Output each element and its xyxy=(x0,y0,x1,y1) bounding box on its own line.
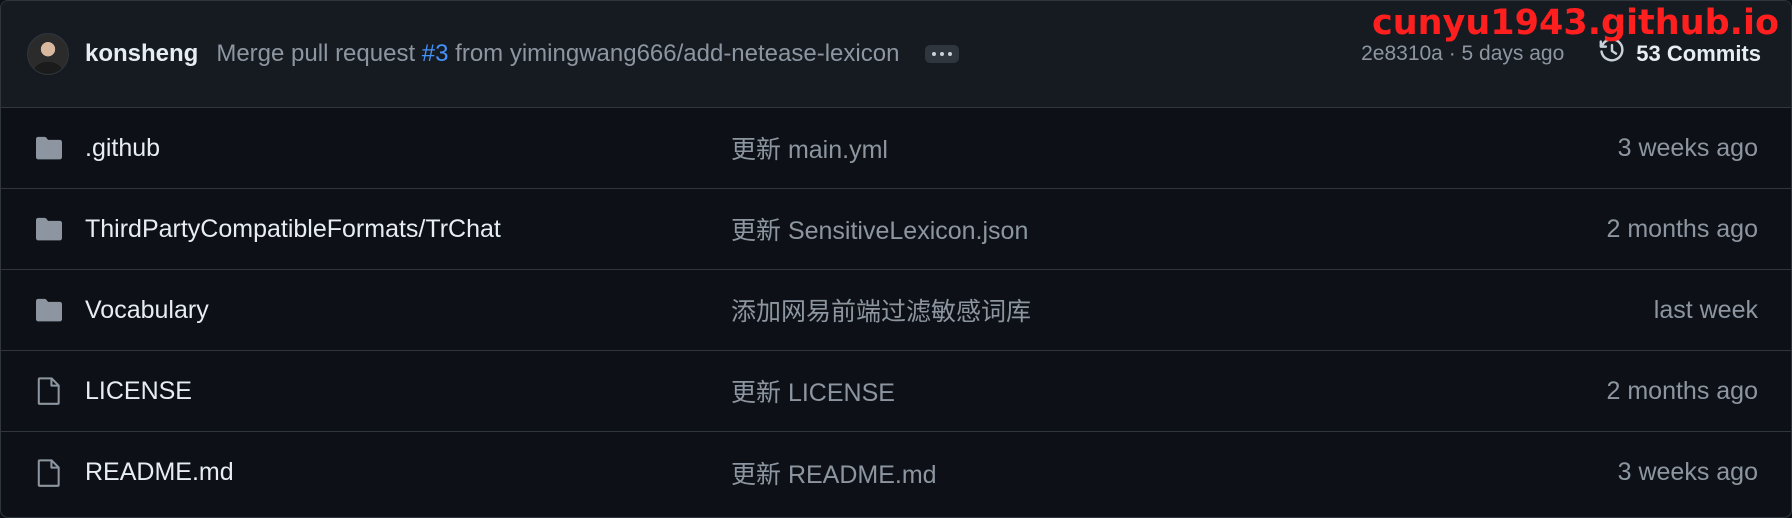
file-icon xyxy=(33,457,65,489)
file-commit-age: 2 months ago xyxy=(1606,214,1759,243)
folder-icon xyxy=(33,132,65,164)
file-name-link[interactable]: ThirdPartyCompatibleFormats/TrChat xyxy=(85,215,731,244)
file-commit-message[interactable]: 更新 README.md xyxy=(731,455,1618,491)
file-commit-age: 3 weeks ago xyxy=(1617,133,1758,162)
file-commit-message[interactable]: 更新 SensitiveLexicon.json xyxy=(731,211,1607,247)
pull-request-link[interactable]: #3 xyxy=(422,40,449,67)
avatar[interactable] xyxy=(27,33,69,75)
commit-message[interactable]: Merge pull request #3 from yimingwang666… xyxy=(216,40,899,68)
folder-icon xyxy=(33,213,65,245)
file-row[interactable]: .github 更新 main.yml 3 weeks ago xyxy=(1,108,1791,189)
file-icon xyxy=(33,375,65,407)
commit-sha-time[interactable]: 2e8310a · 5 days ago xyxy=(1361,42,1564,66)
commit-message-suffix[interactable]: from yimingwang666/add-netease-lexicon xyxy=(449,40,899,67)
file-name-link[interactable]: LICENSE xyxy=(85,377,731,406)
ellipsis-icon xyxy=(932,52,937,56)
file-browser: konsheng Merge pull request #3 from yimi… xyxy=(0,0,1792,518)
file-commit-age: 3 weeks ago xyxy=(1617,458,1758,486)
file-commit-age: 2 months ago xyxy=(1606,376,1759,405)
file-name-link[interactable]: .github xyxy=(85,134,731,163)
latest-commit-bar: konsheng Merge pull request #3 from yimi… xyxy=(1,1,1791,108)
commit-author[interactable]: konsheng xyxy=(85,40,198,68)
file-name-link[interactable]: README.md xyxy=(85,458,731,487)
file-commit-message[interactable]: 更新 LICENSE xyxy=(731,373,1607,409)
file-commit-age: last week xyxy=(1653,295,1758,324)
file-row[interactable]: LICENSE 更新 LICENSE 2 months ago xyxy=(1,351,1791,432)
commit-message-prefix[interactable]: Merge pull request xyxy=(216,40,421,67)
file-row[interactable]: README.md 更新 README.md 3 weeks ago xyxy=(1,432,1791,513)
file-row[interactable]: ThirdPartyCompatibleFormats/TrChat 更新 Sen… xyxy=(1,189,1791,270)
file-commit-message[interactable]: 添加网易前端过滤敏感词库 xyxy=(731,292,1654,328)
folder-icon xyxy=(33,294,65,326)
file-list: .github 更新 main.yml 3 weeks ago ThirdPartyC… xyxy=(1,108,1791,513)
watermark: cunyu1943.github.io xyxy=(1371,3,1779,43)
file-name-link[interactable]: Vocabulary xyxy=(85,296,731,325)
expand-commit-message-button[interactable] xyxy=(925,45,960,63)
file-row[interactable]: Vocabulary 添加网易前端过滤敏感词库 last week xyxy=(1,270,1791,351)
commits-count: 53 Commits xyxy=(1636,41,1761,66)
file-commit-message[interactable]: 更新 main.yml xyxy=(731,130,1618,166)
